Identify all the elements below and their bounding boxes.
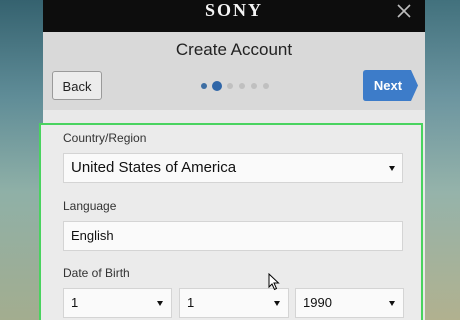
step-dot-current (212, 81, 222, 91)
back-button[interactable]: Back (52, 71, 102, 100)
account-form: Country/Region United States of America … (39, 123, 423, 320)
chevron-down-icon (157, 301, 163, 306)
step-dot (227, 83, 233, 89)
background-left (0, 0, 43, 320)
page-title: Create Account (175, 40, 293, 59)
step-dot (239, 83, 245, 89)
next-button[interactable]: Next (363, 70, 418, 101)
dob-label: Date of Birth (63, 266, 130, 280)
country-value: United States of America (71, 159, 237, 176)
close-icon[interactable] (395, 2, 413, 20)
background-right (425, 0, 460, 320)
dob-day-select[interactable]: 1 (179, 288, 289, 318)
dialog-header: Create Account Back Next (43, 32, 425, 110)
next-label: Next (373, 78, 403, 93)
country-label: Country/Region (63, 131, 147, 145)
mouse-pointer-icon (268, 272, 280, 291)
step-dot (251, 83, 257, 89)
dob-year-select[interactable]: 1990 (295, 288, 404, 318)
language-value: English (71, 228, 114, 243)
dob-month-select[interactable]: 1 (63, 288, 172, 318)
step-dot (263, 83, 269, 89)
brand-logo: SONY (204, 0, 263, 20)
chevron-down-icon (389, 166, 395, 171)
step-dot (201, 83, 207, 89)
country-select[interactable]: United States of America (63, 153, 403, 183)
language-label: Language (63, 199, 117, 213)
chevron-down-icon (389, 301, 395, 306)
dob-year-value: 1990 (303, 295, 332, 310)
title-bar: SONY (43, 0, 425, 32)
language-field[interactable]: English (63, 221, 403, 251)
dob-day-value: 1 (187, 295, 195, 310)
dob-month-value: 1 (71, 295, 79, 310)
chevron-down-icon (274, 301, 280, 306)
